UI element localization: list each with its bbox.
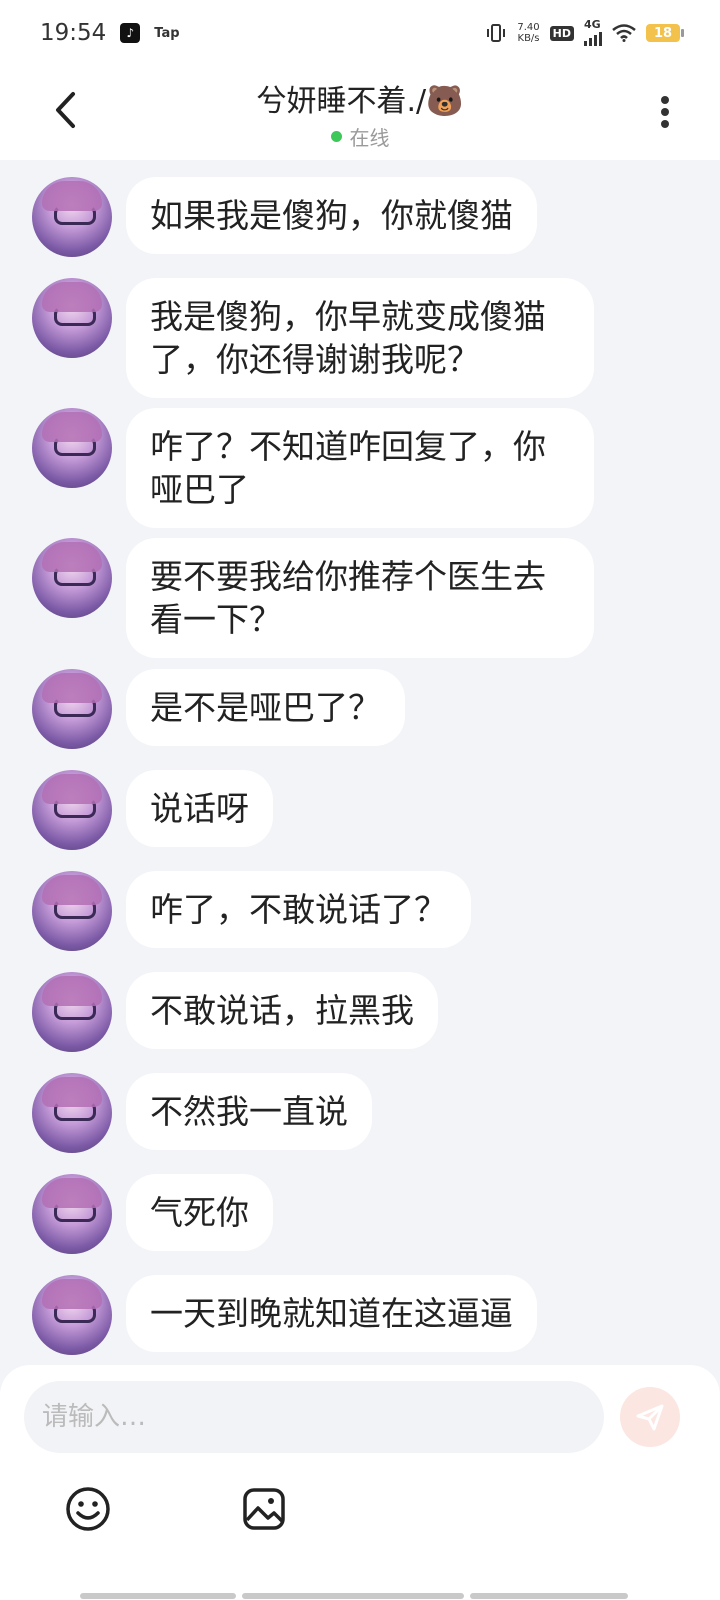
status-time: 19:54 <box>40 20 107 46</box>
message-bubble[interactable]: 说话呀 <box>126 770 273 847</box>
contact-avatar[interactable] <box>32 871 112 951</box>
battery-icon: 18 <box>646 24 684 42</box>
contact-avatar[interactable] <box>32 1174 112 1254</box>
tiktok-notification-icon: ♪ <box>120 23 141 43</box>
message-bubble[interactable]: 咋了，不敢说话了？ <box>126 871 471 948</box>
nav-indicator <box>242 1593 464 1599</box>
message-row: 说话呀 <box>32 770 273 850</box>
signal-bars-icon <box>584 30 602 46</box>
contact-avatar[interactable] <box>32 669 112 749</box>
contact-avatar[interactable] <box>32 278 112 358</box>
message-bubble[interactable]: 要不要我给你推荐个医生去看一下？ <box>126 538 594 658</box>
contact-avatar[interactable] <box>32 408 112 488</box>
message-bubble[interactable]: 是不是哑巴了？ <box>126 669 405 746</box>
status-bar: 19:54 ♪ Tap 7.40 KB/s HD 4G 18 <box>0 0 720 66</box>
message-row: 咋了？不知道咋回复了，你哑巴了 <box>32 408 594 528</box>
emoji-button[interactable] <box>62 1483 114 1535</box>
message-row: 气死你 <box>32 1174 273 1254</box>
contact-avatar[interactable] <box>32 538 112 618</box>
message-row: 是不是哑巴了？ <box>32 669 405 749</box>
online-status-label: 在线 <box>349 126 390 150</box>
message-row: 要不要我给你推荐个医生去看一下？ <box>32 538 594 658</box>
online-status: 在线 <box>0 122 720 151</box>
network-speed-unit: KB/s <box>517 33 540 44</box>
message-bubble[interactable]: 气死你 <box>126 1174 273 1251</box>
chat-header: 兮妍睡不着./🐻 在线 <box>0 66 720 160</box>
contact-avatar[interactable] <box>32 1275 112 1355</box>
message-bubble[interactable]: 不敢说话，拉黑我 <box>126 972 438 1049</box>
contact-avatar[interactable] <box>32 1073 112 1153</box>
wifi-icon <box>612 24 636 42</box>
contact-avatar[interactable] <box>32 177 112 257</box>
emoji-icon <box>66 1487 110 1531</box>
message-bubble[interactable]: 我是傻狗，你早就变成傻猫了，你还得谢谢我呢？ <box>126 278 594 398</box>
message-bubble[interactable]: 咋了？不知道咋回复了，你哑巴了 <box>126 408 594 528</box>
message-bubble[interactable]: 不然我一直说 <box>126 1073 372 1150</box>
contact-name: 兮妍睡不着./🐻 <box>256 84 464 119</box>
message-bubble[interactable]: 如果我是傻狗，你就傻猫 <box>126 177 537 254</box>
image-button[interactable] <box>238 1483 290 1535</box>
network-speed-value: 7.40 <box>517 22 540 33</box>
message-row: 一天到晚就知道在这逼逼 <box>32 1275 537 1355</box>
nav-indicator <box>470 1593 628 1599</box>
battery-level: 18 <box>653 25 673 41</box>
message-input[interactable] <box>24 1381 604 1453</box>
network-type: 4G <box>584 18 601 31</box>
message-row: 咋了，不敢说话了？ <box>32 871 471 951</box>
cellular-signal: 4G <box>584 18 602 46</box>
contact-avatar[interactable] <box>32 770 112 850</box>
image-icon <box>243 1488 285 1530</box>
send-button[interactable] <box>620 1387 680 1447</box>
network-speed: 7.40 KB/s <box>517 22 539 44</box>
online-dot-icon <box>330 131 342 142</box>
send-icon <box>636 1404 664 1431</box>
nav-indicator <box>80 1593 236 1599</box>
message-bubble[interactable]: 一天到晚就知道在这逼逼 <box>126 1275 537 1352</box>
tap-notification-icon: Tap <box>154 25 180 41</box>
more-options-button[interactable] <box>650 92 680 132</box>
vibrate-icon <box>487 24 506 42</box>
message-row: 如果我是傻狗，你就傻猫 <box>32 177 537 257</box>
hd-badge: HD <box>549 25 574 41</box>
message-row: 不然我一直说 <box>32 1073 372 1153</box>
composer-panel <box>0 1365 720 1600</box>
contact-avatar[interactable] <box>32 972 112 1052</box>
more-vertical-icon <box>661 96 669 104</box>
message-row: 不敢说话，拉黑我 <box>32 972 438 1052</box>
message-row: 我是傻狗，你早就变成傻猫了，你还得谢谢我呢？ <box>32 278 594 398</box>
message-list[interactable]: 如果我是傻狗，你就傻猫 我是傻狗，你早就变成傻猫了，你还得谢谢我呢？ 咋了？不知… <box>0 160 720 1365</box>
